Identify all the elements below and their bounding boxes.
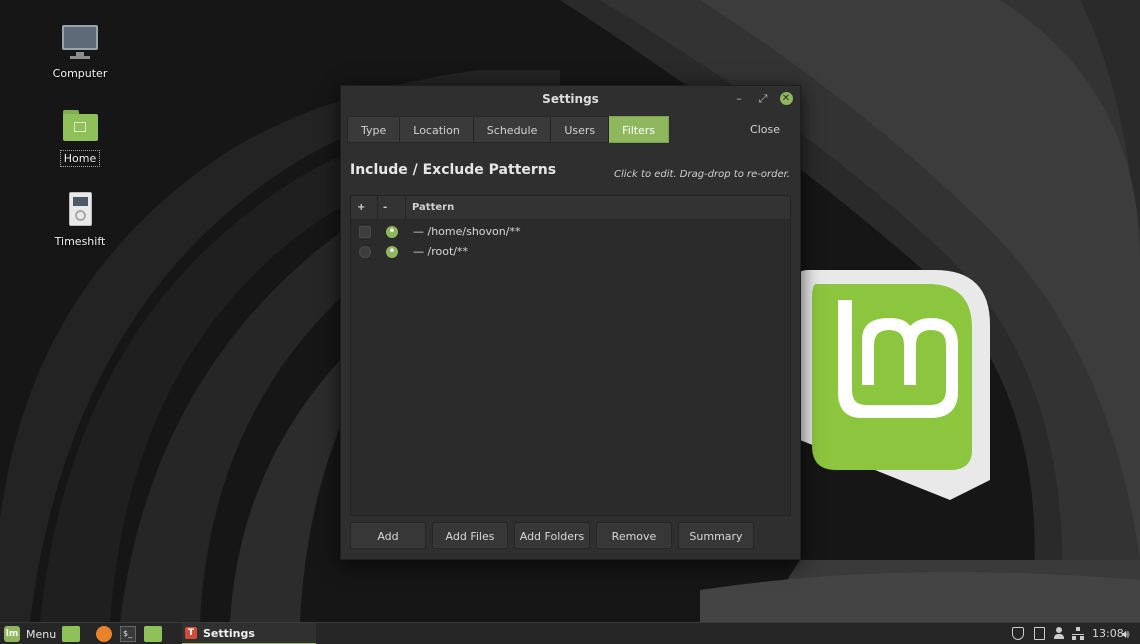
add-files-button[interactable]: Add Files <box>432 522 508 549</box>
menu-button[interactable]: lm Menu <box>4 625 56 643</box>
minimize-button[interactable]: – <box>731 91 747 107</box>
home-folder-icon <box>60 106 100 146</box>
window-titlebar[interactable]: Settings – ⤢ ✕ <box>341 86 800 112</box>
column-exclude[interactable]: - <box>383 202 387 213</box>
column-include[interactable]: + <box>357 202 365 213</box>
tab-type[interactable]: Type <box>347 116 401 143</box>
add-button[interactable]: Add <box>350 522 426 549</box>
list-item[interactable]: • — /home/shovon/** <box>351 222 790 242</box>
menu-label: Menu <box>26 627 57 641</box>
taskbar-item-label: Settings <box>203 626 255 640</box>
patterns-list[interactable]: + - Pattern • — /home/shovon/** • — /roo… <box>350 195 791 516</box>
user-icon[interactable] <box>1054 627 1064 640</box>
tab-users[interactable]: Users <box>551 116 610 143</box>
minimize-icon: – <box>736 92 742 105</box>
maximize-button[interactable]: ⤢ <box>755 91 771 107</box>
terminal-icon[interactable]: $_ <box>120 626 136 642</box>
desktop-icon-label: Home <box>59 150 101 167</box>
tab-filters[interactable]: Filters <box>609 116 670 143</box>
pattern-text: — /home/shovon/** <box>413 225 521 238</box>
column-pattern[interactable]: Pattern <box>412 202 454 213</box>
list-header: + - Pattern <box>351 196 790 220</box>
clock[interactable]: 13:08 <box>1092 627 1124 640</box>
include-radio[interactable] <box>359 246 371 258</box>
desktop-icon-label: Timeshift <box>54 235 106 248</box>
show-desktop-icon[interactable] <box>62 626 80 642</box>
mint-menu-icon: lm <box>4 626 20 642</box>
pattern-value: /home/shovon/** <box>427 225 521 238</box>
clipboard-icon[interactable] <box>1034 627 1045 640</box>
settings-window: Settings – ⤢ ✕ Type Location Schedule Us… <box>340 85 801 560</box>
add-folders-button[interactable]: Add Folders <box>514 522 590 549</box>
close-button[interactable]: Close <box>739 116 791 143</box>
tab-schedule[interactable]: Schedule <box>473 116 552 143</box>
files-icon[interactable] <box>144 626 162 642</box>
tab-bar: Type Location Schedule Users Filters <box>347 116 670 143</box>
volume-icon[interactable]: 🔊︎ <box>1122 627 1130 642</box>
shield-icon[interactable] <box>1012 627 1024 640</box>
firefox-icon[interactable] <box>96 626 112 642</box>
summary-button[interactable]: Summary <box>678 522 754 549</box>
list-item[interactable]: • — /root/** <box>351 242 790 262</box>
hint-text: Click to edit. Drag-drop to re-order. <box>614 169 790 180</box>
monitor-icon <box>60 22 100 62</box>
exclude-radio-icon[interactable]: • <box>386 246 398 258</box>
section-heading: Include / Exclude Patterns <box>350 162 557 178</box>
include-checkbox[interactable] <box>359 226 371 238</box>
mint-logo <box>790 270 990 500</box>
desktop-icon-computer[interactable]: Computer <box>40 22 120 81</box>
window-close-button[interactable]: ✕ <box>778 91 794 107</box>
desktop-icon-home[interactable]: Home <box>40 106 120 167</box>
desktop-icon-timeshift[interactable]: Timeshift <box>40 190 120 249</box>
action-buttons: Add Add Files Add Folders Remove Summary <box>350 522 754 549</box>
network-icon[interactable] <box>1072 627 1084 640</box>
exclude-radio-icon[interactable]: • <box>386 226 398 238</box>
timeshift-icon <box>60 190 100 230</box>
close-icon: ✕ <box>779 92 793 105</box>
pattern-value: /root/** <box>427 245 468 258</box>
taskbar-item-settings[interactable]: T Settings <box>182 623 316 644</box>
desktop-icon-label: Computer <box>52 67 108 80</box>
tab-location[interactable]: Location <box>400 116 474 143</box>
remove-button[interactable]: Remove <box>596 522 672 549</box>
pattern-text: — /root/** <box>413 245 468 258</box>
maximize-icon: ⤢ <box>758 92 768 105</box>
timeshift-task-icon: T <box>185 627 197 639</box>
taskbar: lm Menu $_ T Settings 13:08 🔊︎ <box>0 622 1140 644</box>
